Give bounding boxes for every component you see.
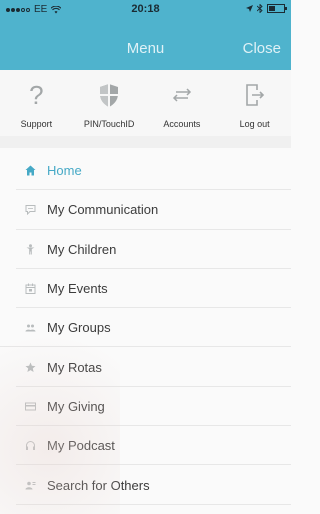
pin-touchid-label: PIN/TouchID [83,119,135,129]
menu-item-label: Home [47,163,82,179]
menu-item-my-events[interactable]: My Events [0,269,291,309]
quick-actions-bar: ? Support PIN/TouchID Accounts Log out [0,70,291,136]
battery-level [269,6,276,11]
menu-item-my-rotas[interactable]: My Rotas [0,347,291,388]
menu-item-my-groups[interactable]: My Groups [0,308,291,348]
menu-item-label: Search for Others [47,477,150,493]
menu-item-my-giving[interactable]: My Giving [0,387,291,427]
pin-touchid-button[interactable]: PIN/TouchID [73,70,146,136]
menu-item-my-communication[interactable]: My Communication [0,190,291,230]
close-button[interactable]: Close [243,40,281,57]
swap-arrows-icon [171,80,193,110]
logout-label: Log out [239,119,270,129]
headphones-icon [24,440,36,452]
card-icon [24,400,36,412]
menu-item-home[interactable]: Home [0,151,291,191]
menu-item-label: My Events [47,281,108,297]
accounts-button[interactable]: Accounts [146,70,219,136]
search-people-icon [24,479,36,491]
logout-button[interactable]: Log out [218,70,291,136]
menu-item-label: My Groups [47,320,111,336]
menu-item-my-podcast[interactable]: My Podcast [0,426,291,466]
bluetooth-icon [257,4,263,13]
chat-icon [24,204,36,216]
header: EE 20:18 Menu Close [0,0,291,70]
support-button[interactable]: ? Support [0,70,73,136]
question-icon: ? [29,80,44,110]
menu-item-label: My Rotas [47,359,102,375]
menu-item-label: My Giving [47,398,105,414]
group-icon [24,322,36,334]
menu-item-label: My Communication [47,202,159,218]
status-bar: EE 20:18 [0,0,291,20]
status-right [246,4,287,13]
menu-item-my-children[interactable]: My Children [0,230,291,270]
section-divider [0,136,291,148]
battery-icon [267,4,287,13]
location-icon [246,5,253,12]
child-icon [24,243,36,255]
shield-icon [98,80,120,110]
menu-item-label: My Podcast [47,438,115,454]
accounts-label: Accounts [163,119,201,129]
home-icon [24,165,36,177]
star-icon [24,361,36,373]
main-menu: Home My Communication My Children My Eve… [0,151,291,505]
menu-item-label: My Children [47,241,117,257]
logout-icon [245,80,265,110]
calendar-icon [24,283,36,295]
support-label: Support [20,119,53,129]
menu-item-search-for-others[interactable]: Search for Others [0,465,291,505]
